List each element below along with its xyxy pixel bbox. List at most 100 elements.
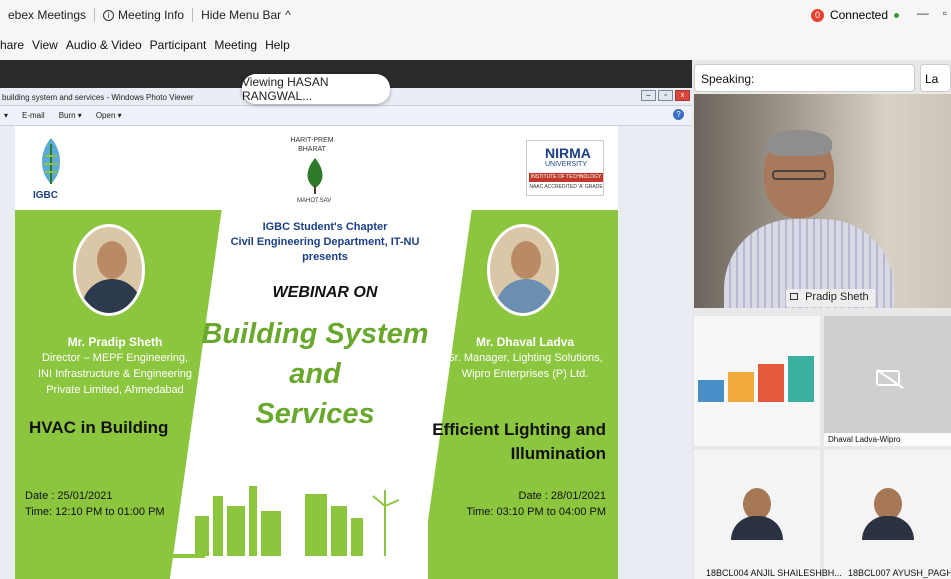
participant-tile-1[interactable] (694, 316, 820, 446)
meeting-info-label: Meeting Info (118, 8, 185, 22)
left-time: Time: 12:10 PM to 01:00 PM (25, 506, 165, 518)
hide-menu-bar-button[interactable]: Hide Menu Bar ^ (193, 0, 299, 30)
participant-4-name: 18BCL007 AYUSH_PAGHAD (848, 568, 951, 578)
industry-infographic-icon (698, 356, 814, 402)
title-bar: ebex Meetings i Meeting Info Hide Menu B… (0, 0, 951, 30)
photo-viewer-window-controls: – ▫ x (641, 90, 690, 101)
help-icon[interactable]: ? (673, 109, 684, 120)
left-topic: HVAC in Building (29, 418, 169, 437)
right-date-block: Date : 28/01/2021 Time: 03:10 PM to 04:0… (466, 488, 606, 520)
connection-count-badge: 0 (810, 8, 824, 22)
active-speaker-video[interactable]: Pradip Sheth (694, 94, 951, 308)
participant-tile-2[interactable]: Dhaval Ladva-Wipro (824, 316, 951, 446)
menu-help[interactable]: Help (265, 38, 293, 52)
layout-button[interactable]: La (920, 64, 951, 92)
video-person-glasses (772, 170, 826, 180)
nirma-naac-text: NAAC ACCREDITED 'A' GRADE (529, 184, 603, 190)
menu-audio-video[interactable]: Audio & Video (66, 38, 145, 52)
window-controls: — ▫ (917, 6, 947, 20)
hide-menu-label: Hide Menu Bar (201, 8, 282, 22)
menu-view[interactable]: View (32, 38, 61, 52)
menu-share[interactable]: hare (0, 38, 27, 52)
tree-logo-icon (307, 158, 323, 194)
photo-head (511, 241, 541, 279)
active-speaker-name: Pradip Sheth (786, 289, 875, 307)
right-topic: Efficient Lighting and Illumination (432, 418, 606, 466)
left-speaker-line-2: INI Infrastructure & Engineering (37, 368, 193, 380)
left-date-block: Date : 25/01/2021 Time: 12:10 PM to 01:0… (25, 488, 165, 520)
connected-dot-icon (894, 12, 899, 18)
right-speaker-photo (487, 224, 559, 316)
nirma-inst-text: INSTITUTE OF TECHNOLOGY (529, 173, 603, 182)
left-speaker-photo (73, 224, 145, 316)
webinar-title: Building System and Services (200, 314, 430, 434)
participant-2-name: Dhaval Ladva-Wipro (828, 435, 901, 444)
right-speaker-line-1: Sr. Manager, Lighting Solutions, (447, 352, 603, 364)
pv-open-button[interactable]: Open ▾ (96, 111, 122, 120)
menu-participant[interactable]: Participant (150, 38, 210, 52)
org-line-3: presents (302, 251, 348, 263)
webinar-poster: IGBC HARIT-PREM BHARAT MAHOT.SAV NIRMA U… (15, 126, 618, 579)
right-date: Date : 28/01/2021 (518, 490, 606, 502)
chevron-up-icon: ^ (285, 8, 291, 22)
camera-off-icon (876, 370, 900, 386)
left-speaker-line-1: Director – MEPF Engineering, (41, 352, 189, 364)
pv-close-button[interactable]: x (675, 90, 690, 101)
right-speaker-name: Mr. Dhaval Ladva (475, 335, 575, 349)
left-speaker-name: Mr. Pradip Sheth (67, 335, 163, 349)
participant-tile-3[interactable] (694, 450, 820, 579)
right-speaker-block: Mr. Dhaval Ladva Sr. Manager, Lighting S… (435, 334, 615, 382)
restore-button[interactable]: ▫ (943, 6, 947, 20)
photo-head (97, 241, 127, 279)
green-city-skyline-icon (195, 486, 400, 556)
nirma-logo: NIRMA UNIVERSITY INSTITUTE OF TECHNOLOGY… (526, 140, 604, 196)
pv-toolbar-item[interactable]: ▾ (4, 111, 8, 120)
video-person-hair (766, 130, 832, 156)
avatar (727, 488, 787, 540)
photo-body (496, 279, 556, 313)
right-time: Time: 03:10 PM to 04:00 PM (466, 506, 606, 518)
participant-3-name: 18BCL004 ANJIL SHAILESHBH... (706, 568, 842, 578)
webinar-on-text: WEBINAR ON (272, 284, 378, 301)
igbc-text: IGBC (33, 190, 58, 201)
connected-label: Connected (829, 8, 888, 22)
pv-burn-button[interactable]: Burn ▾ (59, 111, 82, 120)
org-line-2: Civil Engineering Department, IT-NU (230, 236, 420, 248)
plug-icon (25, 544, 205, 568)
title-line-3: Services (255, 398, 375, 430)
org-line-1: IGBC Student's Chapter (262, 221, 388, 233)
pv-email-button[interactable]: E-mail (22, 111, 45, 120)
right-topic-line-2: Illumination (510, 444, 606, 463)
title-line-2: and (289, 358, 341, 390)
screen-icon (790, 293, 798, 300)
photo-body (82, 279, 142, 313)
left-date: Date : 25/01/2021 (25, 490, 113, 502)
participant-tile-2-label: Dhaval Ladva-Wipro (824, 433, 951, 446)
harit-prem-text: HARIT-PREM BHARAT (290, 137, 334, 153)
menu-meeting[interactable]: Meeting (214, 38, 260, 52)
organizer-block: IGBC Student's Chapter Civil Engineering… (215, 220, 435, 265)
info-icon: i (103, 9, 115, 21)
nirma-sub-text: UNIVERSITY (545, 161, 588, 168)
left-speaker-line-3: Private Limited, Ahmedabad (46, 384, 184, 396)
mahotsav-text: MAHOT.SAV (297, 198, 332, 204)
connection-status[interactable]: 0 Connected (810, 0, 899, 30)
app-name: ebex Meetings (8, 8, 87, 22)
menu-bar: hare View Audio & Video Participant Meet… (0, 30, 951, 60)
shared-content-area[interactable]: building system and services - Windows P… (0, 60, 692, 579)
title-line-1: Building System (201, 318, 429, 350)
participant-tile-4[interactable] (824, 450, 951, 579)
pv-restore-button[interactable]: ▫ (658, 90, 673, 101)
active-speaker-label: Pradip Sheth (805, 291, 869, 303)
meeting-info-button[interactable]: i Meeting Info (95, 0, 192, 30)
left-speaker-block: Mr. Pradip Sheth Director – MEPF Enginee… (15, 334, 215, 398)
nirma-text: NIRMA (545, 145, 591, 161)
speaking-indicator: Speaking: (694, 64, 915, 92)
minimize-button[interactable]: — (917, 6, 929, 20)
right-topic-line-1: Efficient Lighting and (432, 420, 606, 439)
avatar (858, 488, 918, 540)
right-speaker-line-2: Wipro Enterprises (P) Ltd. (461, 368, 589, 380)
photo-viewer-toolbar: ▾ E-mail Burn ▾ Open ▾ (0, 106, 692, 126)
viewing-indicator: Viewing HASAN RANGWAL... (242, 74, 390, 104)
pv-minimize-button[interactable]: – (641, 90, 656, 101)
